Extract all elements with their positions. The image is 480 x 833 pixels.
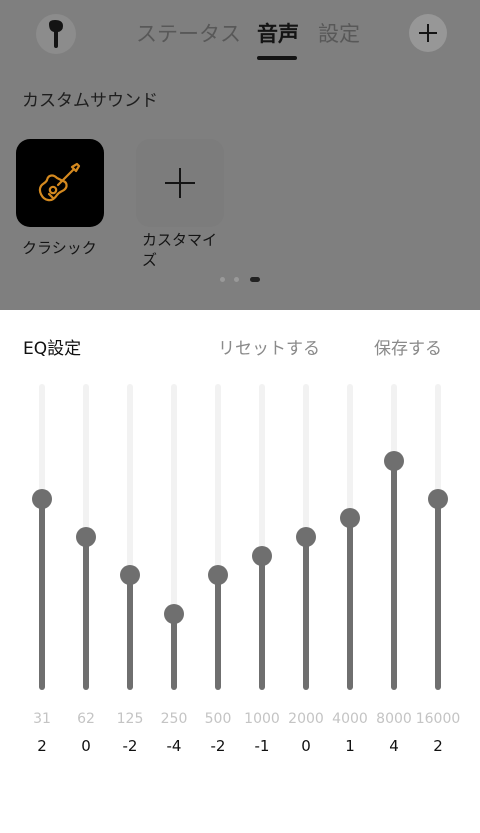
slider-fill	[303, 537, 309, 690]
save-button[interactable]: 保存する	[374, 334, 442, 359]
slider-knob[interactable]	[384, 450, 404, 471]
slider-fill	[391, 460, 397, 690]
slider-fill	[171, 613, 177, 690]
slider-knob[interactable]	[340, 507, 360, 528]
reset-button[interactable]: リセットする	[218, 334, 320, 359]
section-title: カスタムサウンド	[22, 91, 158, 111]
eq-title: EQ設定	[23, 339, 82, 359]
guitar-icon	[38, 162, 81, 202]
slider-knob[interactable]	[252, 546, 272, 567]
eq-slider-500[interactable]	[198, 384, 238, 690]
eq-slider-250[interactable]	[154, 384, 194, 690]
page-dot	[234, 277, 239, 282]
eq-frequency-label: 16000	[415, 711, 461, 727]
eq-slider-16000[interactable]	[418, 384, 458, 690]
eq-slider-4000[interactable]	[330, 384, 370, 690]
preset-classic-label: クラシック	[22, 239, 97, 257]
slider-knob[interactable]	[428, 488, 448, 509]
eq-slider-31[interactable]	[22, 384, 62, 690]
preset-customize-card[interactable]	[136, 139, 224, 227]
tab-status[interactable]: ステータス	[136, 18, 241, 48]
eq-slider-8000[interactable]	[374, 384, 414, 690]
tab-settings[interactable]: 設定	[318, 18, 360, 48]
dimmed-overlay[interactable]: ステータス 音声 設定 カスタムサウンド クラシック カスタマイズ	[0, 0, 480, 310]
slider-knob[interactable]	[120, 565, 140, 586]
slider-fill	[127, 575, 133, 690]
eq-gain-value: 2	[433, 737, 443, 755]
add-device-button[interactable]	[409, 14, 447, 52]
slider-knob[interactable]	[296, 527, 316, 547]
tab-sound[interactable]: 音声	[257, 18, 299, 48]
eq-slider-62[interactable]	[66, 384, 106, 690]
slider-knob[interactable]	[32, 488, 52, 509]
slider-knob[interactable]	[164, 603, 184, 624]
slider-fill	[39, 498, 45, 690]
page-dot	[220, 277, 225, 282]
slider-fill	[435, 498, 441, 690]
active-tab-indicator	[257, 56, 297, 60]
preset-classic-card[interactable]	[16, 139, 104, 227]
slider-knob[interactable]	[208, 565, 228, 586]
preset-customize-label: カスタマイズ	[142, 231, 218, 269]
slider-fill	[215, 575, 221, 690]
tab-bar: ステータス 音声 設定	[0, 18, 480, 62]
eq-slider-1000[interactable]	[242, 384, 282, 690]
slider-fill	[83, 537, 89, 690]
slider-knob[interactable]	[76, 527, 96, 547]
slider-fill	[347, 517, 353, 690]
eq-slider-125[interactable]	[110, 384, 150, 690]
slider-fill	[259, 556, 265, 690]
page-dot-active	[250, 277, 260, 282]
eq-slider-2000[interactable]	[286, 384, 326, 690]
